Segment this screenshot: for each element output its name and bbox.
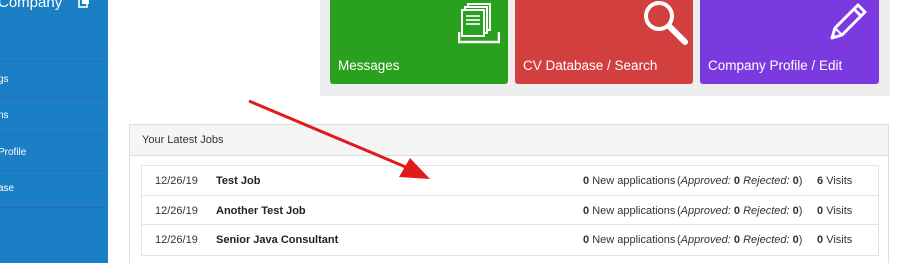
new-applications: 0 New applications — [583, 205, 675, 217]
sidebar-item-label: ase — [0, 183, 15, 194]
messages-tile[interactable]: Messages — [330, 0, 508, 84]
application-status: (Approved: 0 Rejected: 0) — [677, 204, 803, 217]
job-title-link[interactable]: Another Test Job — [216, 205, 306, 217]
application-status: (Approved: 0 Rejected: 0) — [677, 175, 803, 187]
table-row[interactable]: 12/26/19 Test Job 0 New applications (Ap… — [142, 166, 878, 196]
jobs-table: 12/26/19 Test Job 0 New applications (Ap… — [141, 165, 879, 256]
visits-count: 0 — [817, 204, 824, 217]
new-applications-label: New applications — [592, 234, 676, 246]
sidebar-item-2[interactable]: ns — [0, 97, 108, 134]
job-date: 12/26/19 — [155, 204, 198, 217]
sidebar-item-label: gs — [0, 74, 9, 85]
new-applications: 0 New applications — [583, 234, 675, 246]
sidebar-item-label: Profile — [0, 147, 27, 158]
job-title-link[interactable]: Senior Java Consultant — [216, 234, 338, 246]
sidebar-item-label: ns — [0, 110, 9, 121]
latest-jobs-panel: Your Latest Jobs 12/26/19 Test Job 0 New… — [129, 124, 889, 263]
search-icon — [641, 0, 689, 51]
rejected-count: 0 — [792, 175, 799, 187]
new-applications-label: New applications — [592, 204, 676, 217]
logout-icon[interactable] — [78, 0, 90, 9]
visits-label: Visits — [826, 175, 853, 187]
company-profile-edit-tile[interactable]: Company Profile / Edit — [700, 0, 879, 84]
latest-jobs-header: Your Latest Jobs — [130, 125, 888, 156]
sidebar-title: Company — [0, 0, 63, 11]
new-applications-count: 0 — [583, 234, 590, 246]
sidebar-item-profile[interactable]: Profile — [0, 134, 108, 171]
visits-count: 0 — [817, 234, 824, 246]
sidebar-header: Company — [0, 0, 108, 24]
table-row[interactable]: 12/26/19 Another Test Job 0 New applicat… — [142, 196, 878, 225]
job-date: 12/26/19 — [155, 175, 198, 187]
rejected-count: 0 — [792, 204, 799, 217]
sidebar-divider — [0, 207, 108, 208]
sidebar-item-4[interactable]: ase — [0, 170, 108, 207]
messages-label: Messages — [338, 58, 400, 73]
rejected-count: 0 — [792, 234, 799, 246]
visits: 0 Visits — [817, 205, 852, 217]
table-row[interactable]: 12/26/19 Senior Java Consultant 0 New ap… — [142, 225, 878, 255]
visits-count: 6 — [817, 175, 824, 187]
pencil-icon — [824, 0, 872, 51]
approved-label: Approved: — [680, 234, 731, 246]
new-applications-count: 0 — [583, 204, 590, 217]
visits-label: Visits — [826, 234, 853, 246]
visits-label: Visits — [826, 204, 853, 217]
job-date: 12/26/19 — [155, 234, 198, 246]
cv-database-label: CV Database / Search — [523, 58, 658, 73]
sidebar-item-1[interactable]: gs — [0, 61, 108, 98]
documents-icon — [457, 2, 501, 49]
job-title-link[interactable]: Test Job — [216, 175, 260, 187]
new-applications: 0 New applications — [583, 175, 675, 187]
new-applications-label: New applications — [592, 175, 676, 187]
approved-label: Approved: — [680, 175, 731, 187]
visits: 6 Visits — [817, 175, 852, 187]
approved-count: 0 — [733, 234, 741, 246]
rejected-label: Rejected: — [743, 175, 790, 187]
approved-label: Approved: — [680, 204, 731, 217]
cv-database-search-tile[interactable]: CV Database / Search — [515, 0, 693, 84]
rejected-label: Rejected: — [743, 234, 790, 246]
company-profile-label: Company Profile / Edit — [708, 58, 843, 73]
new-applications-count: 0 — [583, 175, 590, 187]
rejected-label: Rejected: — [743, 204, 790, 217]
approved-count: 0 — [733, 204, 741, 217]
visits: 0 Visits — [817, 234, 852, 246]
application-status: (Approved: 0 Rejected: 0) — [677, 234, 803, 246]
sidebar: Company gs ns Profile ase — [0, 0, 108, 263]
approved-count: 0 — [733, 175, 741, 187]
